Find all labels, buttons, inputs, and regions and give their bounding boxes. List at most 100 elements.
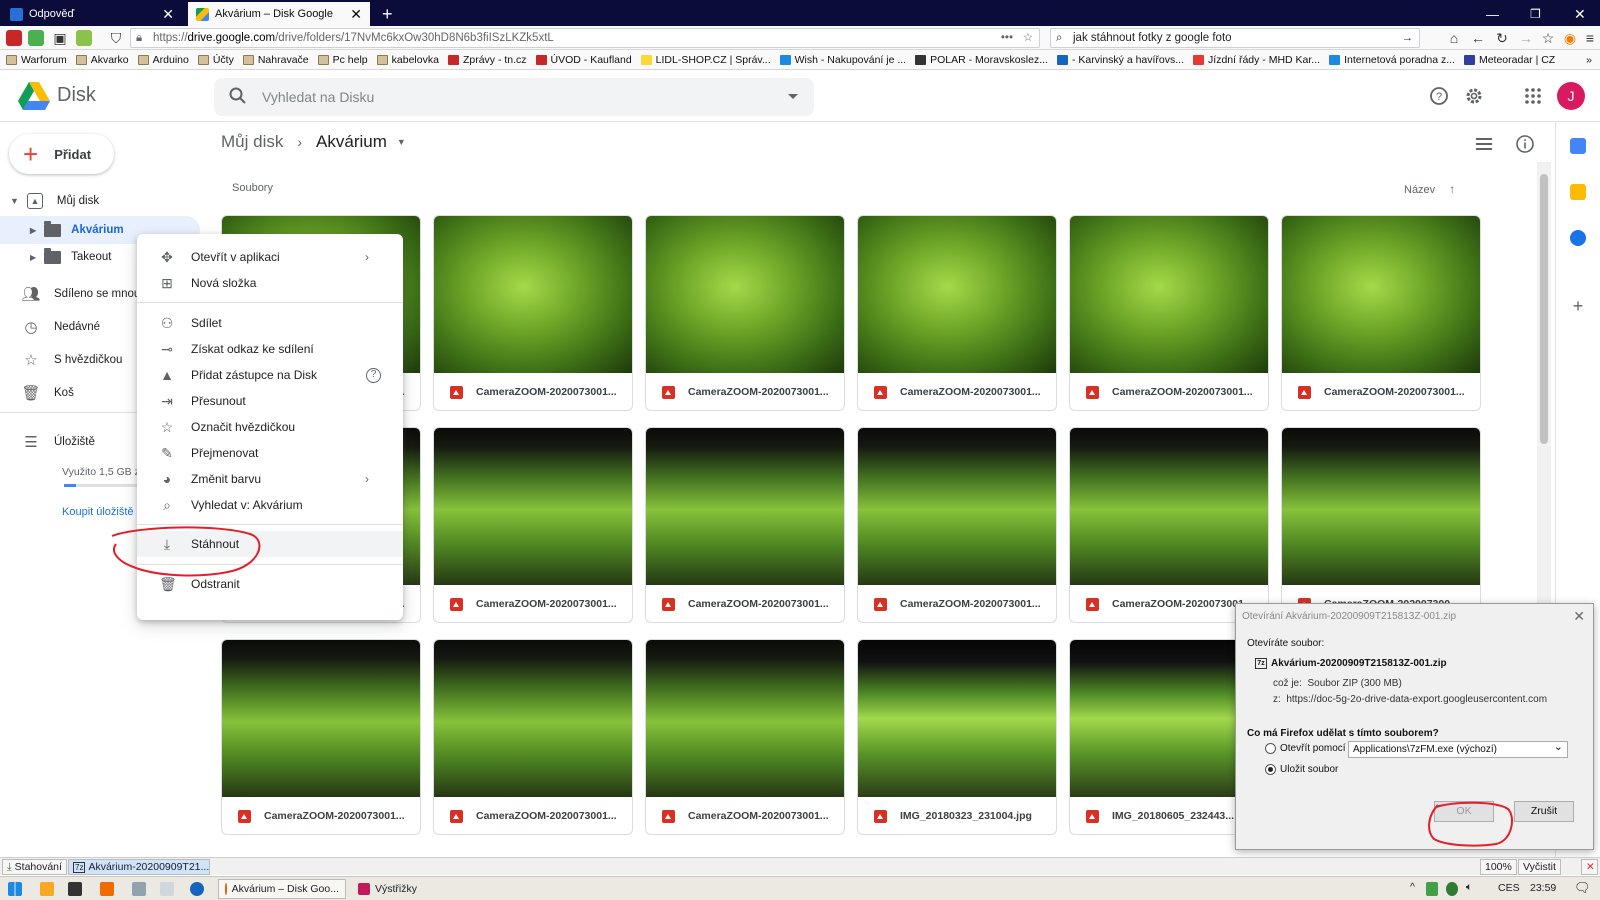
back-icon[interactable]: ← <box>1470 30 1486 46</box>
search-options-icon[interactable] <box>788 94 798 99</box>
extension-icon[interactable] <box>76 30 92 46</box>
info-icon[interactable] <box>1515 134 1535 154</box>
close-icon[interactable]: ✕ <box>1573 608 1585 625</box>
bookmark-item[interactable]: kabelovka <box>376 54 439 66</box>
tab-akvarium[interactable]: Akvárium – Disk Google ✕ <box>188 2 370 26</box>
bookmark-item[interactable]: Jízdní řády - MHD Kar... <box>1193 54 1320 66</box>
network-icon[interactable] <box>1446 882 1458 896</box>
gear-icon[interactable] <box>1462 84 1486 108</box>
go-arrow-icon[interactable]: → <box>1402 29 1414 47</box>
file-card[interactable]: CameraZOOM-2020073001... <box>1069 215 1269 411</box>
page-actions-icon[interactable]: ••• <box>1001 29 1013 47</box>
bookmark-item[interactable]: POLAR - Moravskoslez... <box>915 54 1048 66</box>
file-card[interactable]: CameraZOOM-2020073001... <box>645 427 845 623</box>
clear-downloads-button[interactable]: Vyčistit <box>1518 859 1561 875</box>
search-input[interactable]: Vyhledat na Disku <box>214 78 814 116</box>
bookmark-item[interactable]: Arduino <box>137 54 189 66</box>
bookmark-item[interactable]: LIDL-SHOP.CZ | Správ... <box>640 54 771 66</box>
ublock-icon[interactable] <box>6 30 22 46</box>
avatar[interactable]: J <box>1557 82 1585 110</box>
forward-icon[interactable]: → <box>1518 30 1534 46</box>
drive-logo-icon[interactable] <box>18 82 50 110</box>
help-icon[interactable]: ? <box>366 367 381 383</box>
bookmark-item[interactable]: Účty <box>197 54 234 66</box>
list-view-icon[interactable] <box>1474 135 1494 153</box>
file-card[interactable]: CameraZOOM-2020073001... <box>857 215 1057 411</box>
file-card[interactable]: CameraZOOM-2020073001... <box>1069 427 1269 623</box>
cancel-button[interactable]: Zrušit <box>1514 801 1574 822</box>
library-icon[interactable]: ☆ <box>1540 30 1556 46</box>
close-icon[interactable]: ✕ <box>1581 859 1598 875</box>
app-name[interactable]: Disk <box>57 84 96 107</box>
menu-item-change-color[interactable]: ◕ Změnit barvu › <box>137 466 403 492</box>
volume-icon[interactable]: 🔈︎ <box>1466 881 1472 894</box>
menu-item-get-link[interactable]: ⊸ Získat odkaz ke sdílení <box>137 336 403 362</box>
browser-search-bar[interactable]: ⌕ jak stáhnout fotky z google foto → <box>1050 28 1420 48</box>
file-card[interactable]: IMG_20180323_231004.jpg <box>857 639 1057 835</box>
file-card[interactable]: CameraZOOM-2020073001... <box>433 639 633 835</box>
tasks-icon[interactable] <box>1570 230 1586 246</box>
calculator-icon[interactable] <box>132 882 146 896</box>
taskbar-app-firefox[interactable]: Akvárium – Disk Goo... <box>218 879 346 899</box>
file-card[interactable]: CameraZOOM-2020073001... <box>857 427 1057 623</box>
bookmark-item[interactable]: ÚVOD - Kaufland <box>535 54 632 66</box>
breadcrumb-current[interactable]: Akvárium <box>316 132 387 152</box>
notifications-icon[interactable]: 🗨︎ <box>1574 880 1591 896</box>
file-card[interactable]: CameraZOOM-2020073001... <box>433 215 633 411</box>
url-bar[interactable]: 🔒︎ https://drive.google.com/drive/folder… <box>130 28 1040 48</box>
extension-icon[interactable]: ▣ <box>52 30 68 46</box>
menu-item-search-in[interactable]: ⌕ Vyhledat v: Akvárium <box>137 492 403 518</box>
chevron-down-icon[interactable]: ▼ <box>397 137 406 147</box>
bookmark-item[interactable]: Wish - Nakupování je ... <box>779 54 906 66</box>
open-with-select[interactable]: Applications\7zFM.exe (výchozí) <box>1348 740 1568 758</box>
close-icon[interactable]: ✕ <box>162 6 174 23</box>
menu-item-move[interactable]: ⇥ Přesunout <box>137 388 403 414</box>
home-icon[interactable]: ⌂ <box>1446 30 1462 46</box>
search-icon[interactable] <box>228 86 248 106</box>
reload-icon[interactable]: ↻ <box>1494 30 1510 46</box>
scrollbar-thumb[interactable] <box>1540 174 1548 444</box>
bookmark-item[interactable]: Nahravače <box>242 54 309 66</box>
help-icon[interactable]: ? <box>1427 84 1451 108</box>
zoom-level[interactable]: 100% <box>1480 859 1517 875</box>
language-indicator[interactable]: CES <box>1498 882 1520 894</box>
sidebar-item-my-drive[interactable]: ▼ ▲ Můj disk <box>0 187 200 215</box>
extension-icon[interactable] <box>28 30 44 46</box>
expand-arrow-icon[interactable]: ▼ <box>10 196 19 206</box>
window-close-icon[interactable]: ✕ <box>1566 2 1594 26</box>
downloads-button[interactable]: ⤓ Stahování <box>2 859 67 875</box>
clock[interactable]: 23:59 <box>1530 882 1556 894</box>
restore-icon[interactable]: ❐ <box>1522 2 1549 26</box>
minimize-icon[interactable]: — <box>1478 2 1507 26</box>
bookmark-item[interactable]: - Karvinský a havířovs... <box>1056 54 1184 66</box>
taskbar-app-snipping[interactable]: Výstřižky <box>352 879 423 899</box>
sort-by-name-button[interactable]: Název ↑ <box>1404 182 1455 196</box>
calendar-icon[interactable] <box>1570 138 1586 154</box>
tray-chevron-icon[interactable]: ^ <box>1410 881 1415 893</box>
keep-icon[interactable] <box>1570 184 1586 200</box>
expand-arrow-icon[interactable]: ▶ <box>30 226 36 235</box>
browser-icon[interactable] <box>190 882 204 896</box>
download-item[interactable]: 7z Akvárium-20200909T21... <box>68 859 210 875</box>
expand-arrow-icon[interactable]: ▶ <box>30 253 36 262</box>
file-card[interactable]: CameraZOOM-2020073001... <box>645 215 845 411</box>
open-with-radio[interactable]: Otevřít pomocí <box>1265 743 1346 754</box>
file-explorer-icon[interactable] <box>40 882 54 896</box>
store-icon[interactable] <box>68 882 82 896</box>
file-card[interactable]: CameraZOOM-202007300... <box>1281 427 1481 623</box>
menu-item-share[interactable]: ⚇ Sdílet <box>137 310 403 336</box>
bookmark-item[interactable]: Internetová poradna z... <box>1329 54 1455 66</box>
menu-item-new-folder[interactable]: ⊞ Nová složka <box>137 270 403 296</box>
new-tab-button[interactable]: + <box>374 2 400 26</box>
more-bookmarks-icon[interactable]: » <box>1586 54 1592 66</box>
app-icon[interactable] <box>100 882 114 896</box>
sync-icon[interactable]: ◉ <box>1562 30 1578 46</box>
breadcrumb-root[interactable]: Můj disk <box>221 132 283 152</box>
tab-odpoved[interactable]: Odpověď ✕ <box>2 2 182 26</box>
menu-item-rename[interactable]: ✎ Přejmenovat <box>137 440 403 466</box>
menu-item-open-with[interactable]: ✥ Otevřít v aplikaci › <box>137 244 403 270</box>
save-file-radio[interactable]: Uložit soubor <box>1265 764 1338 775</box>
radio-button-selected[interactable] <box>1265 764 1276 775</box>
buy-storage-link[interactable]: Koupit úložiště <box>62 506 134 518</box>
menu-item-star[interactable]: ☆ Označit hvězdičkou <box>137 414 403 440</box>
